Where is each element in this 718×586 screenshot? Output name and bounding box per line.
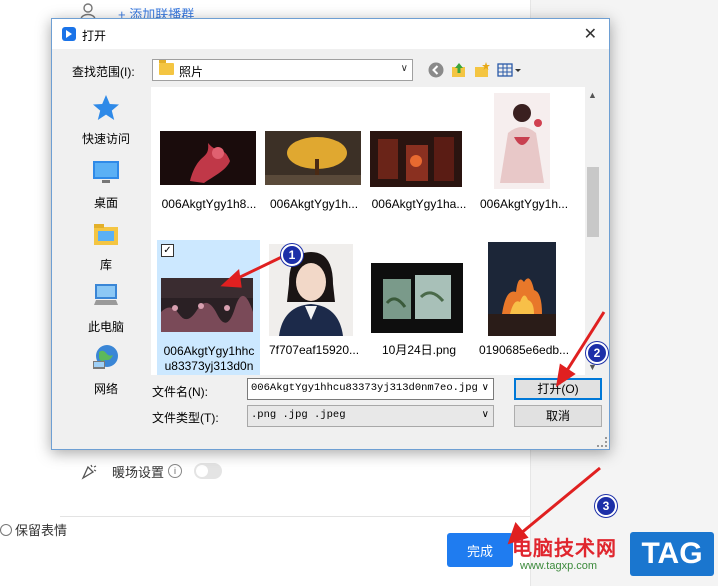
- step-badge-1: 1: [281, 244, 303, 266]
- step-badge-2: 2: [586, 342, 608, 364]
- arrow-to-done-button: [519, 466, 601, 536]
- watermark-title: 电脑技术网: [512, 538, 617, 560]
- watermark-tag-logo: TAG: [630, 532, 714, 576]
- watermark-url: www.tagxp.com: [520, 560, 598, 572]
- arrowhead: [220, 268, 242, 288]
- arrowhead: [555, 363, 576, 388]
- step-badge-3: 3: [595, 495, 617, 517]
